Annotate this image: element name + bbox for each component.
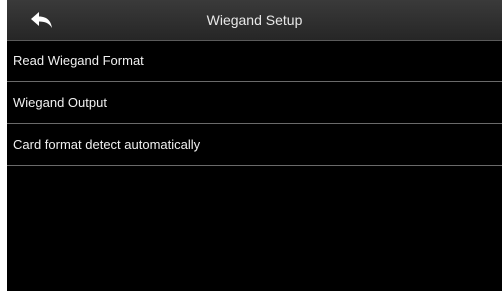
menu-item-label: Card format detect automatically	[13, 137, 201, 152]
device-screen: Wiegand Setup Read Wiegand Format Wiegan…	[7, 0, 502, 291]
title-bar: Wiegand Setup	[7, 0, 502, 41]
menu-item-card-format-detect[interactable]: Card format detect automatically	[7, 124, 502, 166]
menu-item-label: Read Wiegand Format	[13, 53, 144, 68]
menu-item-wiegand-output[interactable]: Wiegand Output	[7, 82, 502, 124]
menu-item-label: Wiegand Output	[13, 95, 107, 110]
menu-list: Read Wiegand Format Wiegand Output Card …	[7, 40, 502, 166]
menu-item-read-wiegand-format[interactable]: Read Wiegand Format	[7, 40, 502, 82]
back-arrow-icon	[31, 12, 52, 28]
page-title: Wiegand Setup	[206, 12, 303, 28]
back-button[interactable]	[7, 0, 77, 40]
